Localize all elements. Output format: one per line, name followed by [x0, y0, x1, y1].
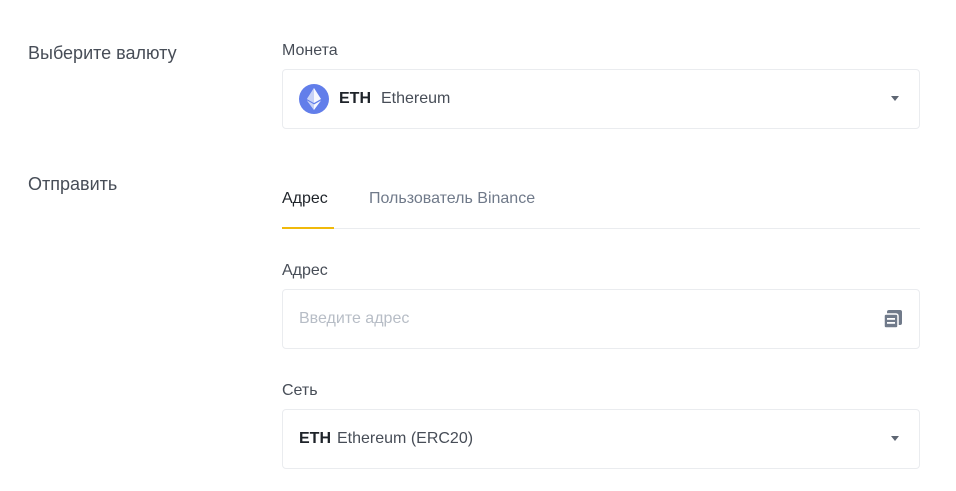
- address-field-label: Адрес: [282, 262, 328, 279]
- network-field-label: Сеть: [282, 382, 318, 399]
- recipient-tabs: Адрес Пользователь Binance: [282, 178, 920, 229]
- tab-binance-user[interactable]: Пользователь Binance: [369, 190, 535, 208]
- send-label: Отправить: [28, 174, 118, 194]
- coin-select[interactable]: ETH Ethereum: [282, 69, 920, 129]
- network-name: Ethereum (ERC20): [337, 430, 474, 447]
- network-symbol: ETH: [299, 430, 331, 447]
- select-currency-label: Выберите валюту: [28, 43, 177, 63]
- paste-icon[interactable]: [883, 309, 903, 329]
- address-field: [282, 289, 920, 349]
- ethereum-icon: [299, 84, 329, 114]
- withdraw-form: Выберите валюту Монета ETH Ethereum Отпр…: [0, 0, 956, 491]
- tab-address[interactable]: Адрес: [282, 190, 328, 208]
- active-tab-indicator: [282, 227, 334, 229]
- coin-symbol: ETH: [339, 90, 371, 107]
- chevron-down-icon: [891, 436, 899, 441]
- coin-name: Ethereum: [381, 90, 451, 107]
- coin-field-label: Монета: [282, 42, 338, 59]
- network-select[interactable]: ETH Ethereum (ERC20): [282, 409, 920, 469]
- address-input[interactable]: [299, 310, 859, 328]
- chevron-down-icon: [891, 96, 899, 101]
